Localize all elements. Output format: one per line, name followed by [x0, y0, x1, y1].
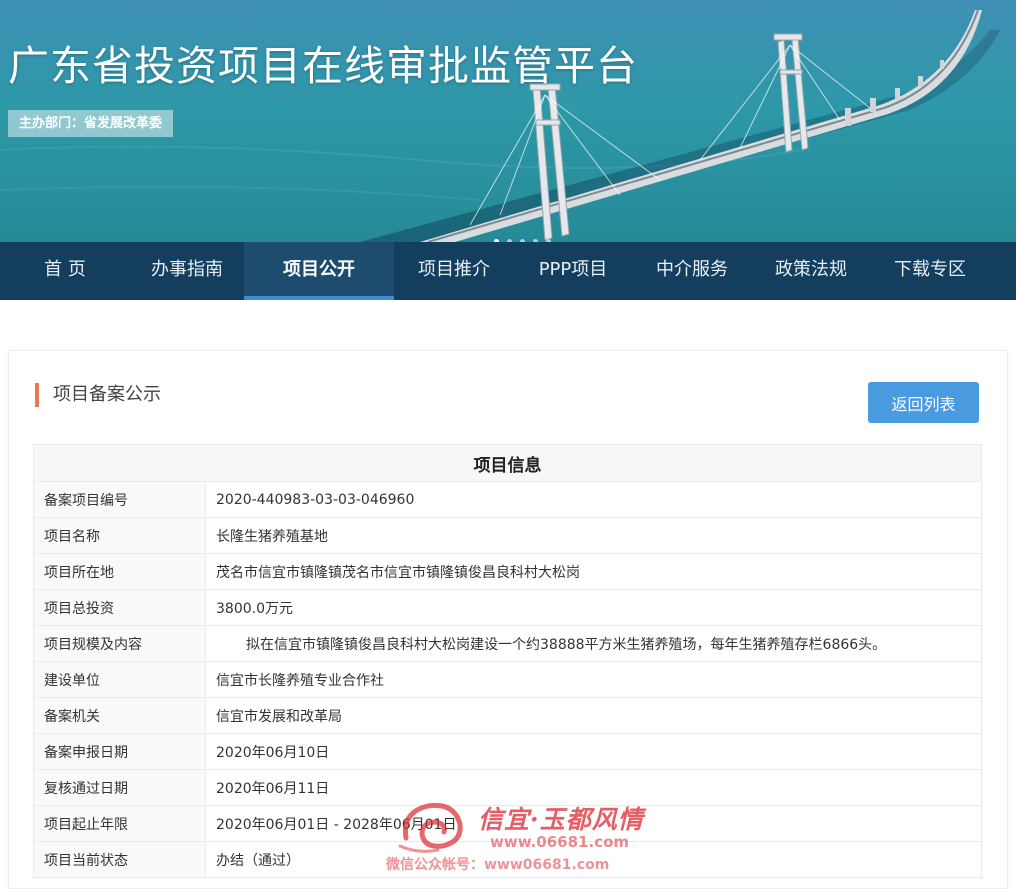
table-header: 项目信息: [33, 444, 982, 482]
site-title: 广东省投资项目在线审批监管平台: [8, 42, 638, 90]
row-label: 建设单位: [33, 661, 206, 698]
row-value: 办结（通过）: [205, 841, 982, 878]
row-label: 项目总投资: [33, 589, 206, 626]
table-row: 备案项目编号 2020-440983-03-03-046960: [33, 481, 982, 518]
table-row: 项目规模及内容 拟在信宜市镇隆镇俊昌良科村大松岗建设一个约38888平方米生猪养…: [33, 625, 982, 662]
table-row: 备案申报日期 2020年06月10日: [33, 733, 982, 770]
row-label: 复核通过日期: [33, 769, 206, 806]
nav-item-project-public[interactable]: 项目公开: [244, 242, 394, 300]
nav-item-downloads[interactable]: 下载专区: [870, 242, 990, 300]
table-header-row: 项目信息: [33, 444, 982, 482]
row-value: 信宜市发展和改革局: [205, 697, 982, 734]
nav-item-agency-service[interactable]: 中介服务: [632, 242, 752, 300]
nav-item-home[interactable]: 首 页: [0, 242, 130, 300]
table-row: 建设单位 信宜市长隆养殖专业合作社: [33, 661, 982, 698]
row-label: 备案机关: [33, 697, 206, 734]
nav-item-project-promotion[interactable]: 项目推介: [394, 242, 514, 300]
section-title: 项目备案公示: [35, 383, 161, 407]
row-value: 3800.0万元: [205, 589, 982, 626]
content-card: 项目备案公示 返回列表 项目信息 备案项目编号 2020-440983-03-0…: [8, 350, 1008, 889]
row-label: 项目名称: [33, 517, 206, 554]
row-value: 拟在信宜市镇隆镇俊昌良科村大松岗建设一个约38888平方米生猪养殖场，每年生猪养…: [205, 625, 982, 662]
nav-item-policy[interactable]: 政策法规: [752, 242, 870, 300]
back-to-list-button[interactable]: 返回列表: [868, 382, 979, 423]
hero-banner: 广东省投资项目在线审批监管平台 主办部门：省发展改革委: [0, 0, 1016, 242]
row-value: 2020年06月01日 - 2028年06月01日: [205, 805, 982, 842]
row-value: 2020年06月10日: [205, 733, 982, 770]
row-value: 2020年06月11日: [205, 769, 982, 806]
row-label: 项目起止年限: [33, 805, 206, 842]
row-value: 信宜市长隆养殖专业合作社: [205, 661, 982, 698]
row-label: 备案申报日期: [33, 733, 206, 770]
table-row: 项目当前状态 办结（通过）: [33, 841, 982, 878]
project-info-table: 项目信息 备案项目编号 2020-440983-03-03-046960 项目名…: [33, 444, 982, 878]
table-row: 项目所在地 茂名市信宜市镇隆镇茂名市信宜市镇隆镇俊昌良科村大松岗: [33, 553, 982, 590]
row-label: 项目规模及内容: [33, 625, 206, 662]
row-label: 备案项目编号: [33, 481, 206, 518]
row-label: 项目当前状态: [33, 841, 206, 878]
table-row: 备案机关 信宜市发展和改革局: [33, 697, 982, 734]
table-row: 项目起止年限 2020年06月01日 - 2028年06月01日: [33, 805, 982, 842]
row-value: 2020-440983-03-03-046960: [205, 481, 982, 518]
nav-item-guide[interactable]: 办事指南: [130, 242, 244, 300]
row-label: 项目所在地: [33, 553, 206, 590]
table-row: 项目名称 长隆生猪养殖基地: [33, 517, 982, 554]
table-row: 项目总投资 3800.0万元: [33, 589, 982, 626]
host-department-badge: 主办部门：省发展改革委: [8, 110, 174, 137]
table-row: 复核通过日期 2020年06月11日: [33, 769, 982, 806]
row-value: 长隆生猪养殖基地: [205, 517, 982, 554]
main-nav: 首 页 办事指南 项目公开 项目推介 PPP项目 中介服务 政策法规 下载专区: [0, 242, 1016, 300]
row-value: 茂名市信宜市镇隆镇茂名市信宜市镇隆镇俊昌良科村大松岗: [205, 553, 982, 590]
nav-item-ppp[interactable]: PPP项目: [514, 242, 632, 300]
